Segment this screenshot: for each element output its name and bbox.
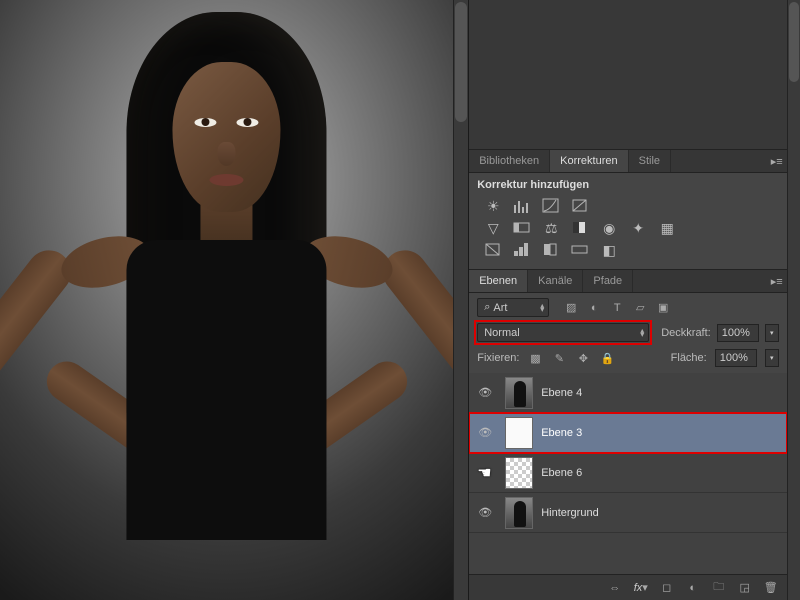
filter-type-icon[interactable]: T [609,300,625,316]
layer-name[interactable]: Ebene 4 [541,387,582,399]
layer-row[interactable]: ☚ Ebene 6 [469,453,787,493]
panels-area: Bibliotheken Korrekturen Stile ▸≡ Korrek… [468,0,787,600]
threshold-icon[interactable] [541,241,561,259]
hue-icon[interactable] [512,219,532,237]
link-layers-icon[interactable]: ⇔ [607,580,623,596]
layer-row[interactable]: 👁 Ebene 4 [469,373,787,413]
lock-pixels-icon[interactable]: ✎ [551,350,567,366]
portrait-figure [0,0,453,600]
new-group-icon[interactable]: 🗀 [711,580,727,596]
photo-filter-icon[interactable]: ◉ [599,219,619,237]
canvas-scrollbar[interactable] [453,0,468,600]
selective-color-icon[interactable]: ◧ [599,241,619,259]
lut-icon[interactable]: ▦ [657,219,677,237]
filter-shape-icon[interactable]: ▱ [632,300,648,316]
fill-label: Fläche: [671,352,707,364]
layers-bottom-bar: ⇔ fx▾ ◻ ◐ 🗀 ◲ 🗑 [469,574,787,600]
invert-icon[interactable] [483,241,503,259]
panel-scrollbar[interactable] [787,0,800,600]
mask-icon[interactable]: ◻ [659,580,675,596]
tab-paths[interactable]: Pfade [583,270,633,292]
new-adjustment-icon[interactable]: ◐ [685,580,701,596]
layer-filter-dropdown[interactable]: ⌕ Art ▴▾ [477,298,549,317]
tab-channels[interactable]: Kanäle [528,270,583,292]
posterize-icon[interactable] [512,241,532,259]
levels-icon[interactable] [512,197,532,215]
layer-name[interactable]: Ebene 6 [541,467,582,479]
lock-label: Fixieren: [477,352,519,364]
lock-position-icon[interactable]: ✥ [575,350,591,366]
new-layer-icon[interactable]: ◲ [737,580,753,596]
layer-list: 👁 Ebene 4 👁 Ebene 3 ☚ Ebene 6 👁 Hintergr… [469,373,787,574]
opacity-input[interactable]: 100% [717,324,759,342]
layer-thumbnail[interactable] [505,377,533,409]
fill-flyout[interactable]: ▾ [765,349,779,367]
adjustments-tabs: Bibliotheken Korrekturen Stile ▸≡ [469,150,787,173]
search-icon: ⌕ [484,301,490,314]
fx-icon[interactable]: fx▾ [633,580,649,596]
gradient-map-icon[interactable] [570,241,590,259]
trash-icon[interactable]: 🗑 [763,580,779,596]
layer-name[interactable]: Ebene 3 [541,427,582,439]
tab-styles[interactable]: Stile [629,150,671,172]
curves-icon[interactable] [541,197,561,215]
visibility-icon[interactable]: 👁 [473,386,497,399]
document-canvas[interactable] [0,0,453,600]
tab-libraries[interactable]: Bibliotheken [469,150,550,172]
layer-thumbnail[interactable] [505,457,533,489]
navigator-preview[interactable] [469,0,787,150]
fill-input[interactable]: 100% [715,349,757,367]
adjustments-panel: Korrektur hinzufügen ☀ ▽ ⚖ ◉ ✦ ▦ ◧ [469,173,787,269]
lock-transparency-icon[interactable]: ▩ [527,350,543,366]
hand-cursor-icon: ☚ [477,463,491,483]
filter-image-icon[interactable]: ▨ [563,300,579,316]
panel-menu-icon[interactable]: ▸≡ [767,150,787,172]
channel-mixer-icon[interactable]: ✦ [628,219,648,237]
lock-all-icon[interactable]: 🔒 [599,350,615,366]
adjustments-title: Korrektur hinzufügen [477,179,779,191]
filter-adjust-icon[interactable]: ◐ [586,300,602,316]
layer-thumbnail[interactable] [505,417,533,449]
tab-adjustments[interactable]: Korrekturen [550,150,628,172]
brightness-icon[interactable]: ☀ [483,197,503,215]
opacity-flyout[interactable]: ▾ [765,324,779,342]
layer-thumbnail[interactable] [505,497,533,529]
bw-icon[interactable] [570,219,590,237]
layer-row[interactable]: 👁 Ebene 3 [469,413,787,453]
tab-layers[interactable]: Ebenen [469,270,528,292]
blend-mode-dropdown[interactable]: Normal ▴▾ [477,323,649,342]
balance-icon[interactable]: ⚖ [541,219,561,237]
vibrance-icon[interactable]: ▽ [483,219,503,237]
layer-row[interactable]: 👁 Hintergrund [469,493,787,533]
layers-panel: Ebenen Kanäle Pfade ▸≡ ⌕ Art ▴▾ ▨ ◐ T ▱ … [469,269,787,600]
layers-panel-menu-icon[interactable]: ▸≡ [767,270,787,292]
visibility-icon[interactable]: 👁 [473,506,497,519]
visibility-icon[interactable]: 👁 [473,426,497,439]
exposure-icon[interactable] [570,197,590,215]
filter-smart-icon[interactable]: ▣ [655,300,671,316]
opacity-label: Deckkraft: [661,327,711,339]
layer-name[interactable]: Hintergrund [541,507,598,519]
